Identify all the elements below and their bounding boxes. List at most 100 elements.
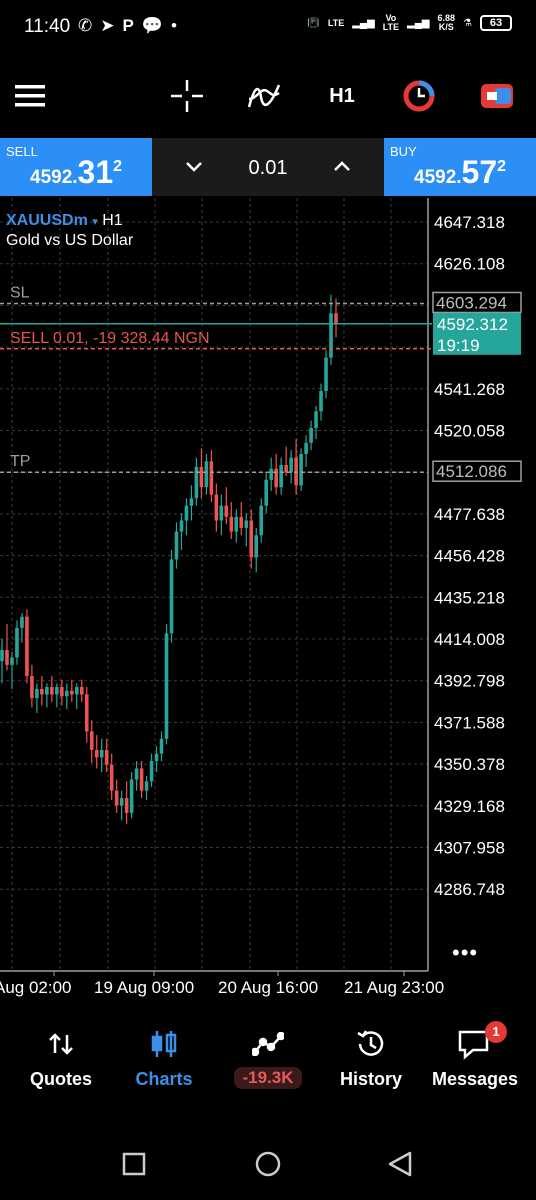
candle-body[interactable] — [274, 468, 278, 488]
candle-body[interactable] — [69, 690, 74, 695]
x-tick-label: 21 Aug 23:00 — [344, 978, 444, 997]
candle-body[interactable] — [79, 687, 84, 695]
candle-body[interactable] — [224, 505, 229, 517]
nav-quotes[interactable]: Quotes — [11, 1027, 111, 1090]
nav-messages[interactable]: 1 Messages — [425, 1021, 525, 1090]
candle-body[interactable] — [45, 687, 49, 695]
indicators-icon[interactable] — [246, 76, 282, 116]
candle-body[interactable] — [329, 313, 333, 358]
candle-body[interactable] — [35, 688, 39, 699]
candle-body[interactable] — [10, 657, 14, 665]
signal-icon: ▂▄▆ — [352, 17, 375, 29]
candle-body[interactable] — [109, 764, 114, 791]
candle-body[interactable] — [99, 749, 104, 758]
y-tick-label: 4647.318 — [434, 213, 505, 232]
candle-body[interactable] — [164, 633, 169, 739]
candle-body[interactable] — [149, 761, 154, 782]
candle-body[interactable] — [144, 781, 149, 791]
color-theme-icon[interactable] — [402, 76, 436, 116]
candle-body[interactable] — [319, 390, 323, 412]
candle-body[interactable] — [134, 768, 139, 780]
candle-body[interactable] — [159, 738, 164, 754]
candle-body[interactable] — [334, 313, 338, 325]
candle-body[interactable] — [179, 520, 184, 532]
candle-body[interactable] — [50, 687, 54, 695]
candle-body[interactable] — [154, 753, 159, 762]
candle-body[interactable] — [174, 531, 179, 560]
candle-body[interactable] — [30, 675, 34, 699]
candle-body[interactable] — [129, 779, 134, 813]
candle-body[interactable] — [309, 427, 313, 443]
candle-body[interactable] — [229, 516, 234, 532]
back-icon[interactable] — [388, 1151, 412, 1177]
symbol-name[interactable]: XAUUSDm — [6, 212, 88, 229]
candle-body[interactable] — [15, 627, 19, 658]
more-notifications-icon: • — [171, 16, 177, 35]
candle-body[interactable] — [189, 498, 194, 506]
candle-body[interactable] — [234, 516, 239, 532]
new-order-icon[interactable] — [480, 76, 514, 116]
candle-body[interactable] — [304, 442, 308, 454]
timeframe-button[interactable]: H1 — [322, 76, 362, 116]
candle-body[interactable] — [289, 457, 293, 473]
candle-body[interactable] — [314, 411, 318, 428]
candle-body[interactable] — [299, 453, 303, 486]
candle-body[interactable] — [40, 688, 44, 695]
candle-body[interactable] — [94, 749, 99, 758]
more-options-icon[interactable]: ••• — [452, 940, 478, 966]
candle-body[interactable] — [199, 466, 204, 488]
candle-body[interactable] — [114, 790, 119, 806]
candle-body[interactable] — [0, 650, 4, 662]
price-chart[interactable]: 4647.3184626.1084603.2944562.4784541.268… — [0, 198, 536, 1003]
chart-canvas[interactable]: 4647.3184626.1084603.2944562.4784541.268… — [0, 198, 536, 1003]
candle-body[interactable] — [294, 457, 298, 486]
candle-body[interactable] — [204, 461, 209, 488]
candle-body[interactable] — [259, 505, 264, 536]
candle-body[interactable] — [279, 464, 283, 488]
menu-icon[interactable] — [14, 76, 46, 116]
buy-button[interactable]: BUY 4592.572 — [384, 138, 536, 196]
tp-label: TP — [10, 453, 30, 470]
candle-body[interactable] — [249, 520, 254, 558]
nav-trade[interactable]: -19.3K — [218, 1027, 318, 1089]
candle-body[interactable] — [20, 616, 24, 628]
candle-body[interactable] — [55, 687, 59, 695]
candle-body[interactable] — [139, 768, 144, 791]
notification-icons: ✆ ➤ P 💬 • — [78, 16, 177, 36]
symbol-header[interactable]: XAUUSDm ▾ H1 — [6, 212, 123, 230]
chevron-up-icon[interactable] — [330, 155, 354, 179]
candle-body[interactable] — [169, 559, 174, 634]
candle-body[interactable] — [104, 749, 109, 765]
candle-body[interactable] — [124, 798, 129, 813]
candle-body[interactable] — [244, 520, 249, 528]
candle-body[interactable] — [60, 687, 64, 697]
home-icon[interactable] — [255, 1151, 281, 1177]
candle-body[interactable] — [239, 516, 244, 528]
recents-icon[interactable] — [122, 1152, 146, 1176]
candle-body[interactable] — [219, 505, 224, 521]
messages-icon: 1 — [425, 1021, 525, 1061]
candle-body[interactable] — [65, 690, 69, 697]
candle-body[interactable] — [254, 535, 259, 558]
candle-body[interactable] — [89, 731, 94, 750]
nav-charts-label: Charts — [135, 1069, 193, 1089]
symbol-caret-icon[interactable]: ▾ — [92, 216, 98, 228]
candle-body[interactable] — [74, 687, 79, 695]
nav-history[interactable]: History — [321, 1027, 421, 1090]
sell-button[interactable]: SELL 4592.312 — [0, 138, 152, 196]
candle-body[interactable] — [84, 694, 89, 732]
candle-body[interactable] — [119, 798, 124, 806]
candle-body[interactable] — [5, 650, 9, 665]
nav-charts[interactable]: Charts — [114, 1027, 214, 1090]
candle-body[interactable] — [184, 505, 189, 521]
charts-icon — [114, 1027, 214, 1061]
candle-body[interactable] — [264, 479, 269, 506]
crosshair-icon[interactable] — [170, 76, 204, 116]
candle-body[interactable] — [269, 468, 273, 480]
lot-selector: 0.01 — [152, 138, 384, 196]
candle-body[interactable] — [214, 494, 219, 521]
candle-body[interactable] — [324, 357, 328, 391]
candle-body[interactable] — [209, 461, 214, 495]
candle-body[interactable] — [25, 616, 29, 676]
candle-body[interactable] — [284, 464, 288, 473]
